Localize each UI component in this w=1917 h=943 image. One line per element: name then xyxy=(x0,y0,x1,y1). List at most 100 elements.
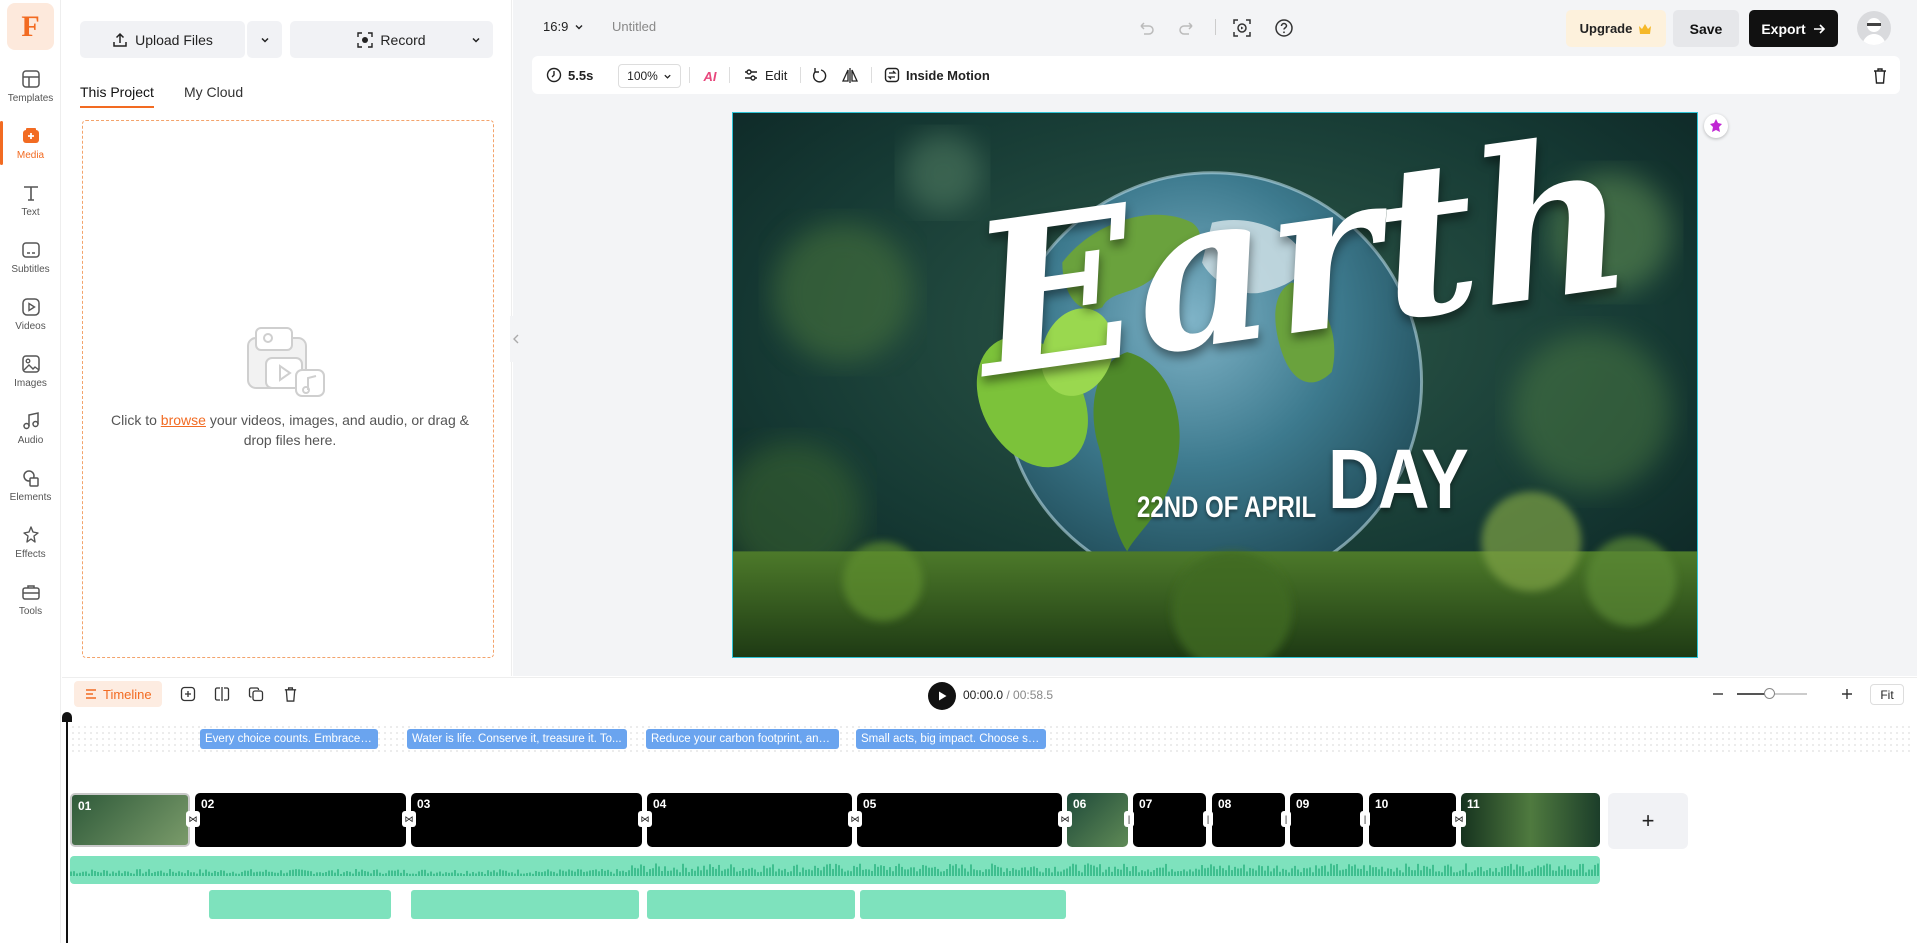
rail-item-label: Media xyxy=(16,149,45,161)
transition-icon[interactable]: ⋈ xyxy=(402,811,416,827)
images-icon xyxy=(21,354,40,373)
upload-files-button[interactable]: Upload Files xyxy=(80,21,245,58)
video-clip[interactable]: 06 xyxy=(1067,793,1128,847)
video-clip[interactable]: 05 xyxy=(857,793,1062,847)
transition-icon[interactable]: ⋈ xyxy=(848,811,862,827)
upload-dropdown-button[interactable] xyxy=(247,21,282,58)
audio-track-main[interactable] xyxy=(70,856,1600,884)
delete-clip-button[interactable] xyxy=(280,684,300,704)
collapse-panel-handle[interactable] xyxy=(510,316,522,362)
transition-icon[interactable]: | xyxy=(1360,811,1370,827)
timeline-tab-label: Timeline xyxy=(103,686,152,702)
video-clip[interactable]: 11 xyxy=(1461,793,1600,847)
rail-item-media[interactable]: Media xyxy=(0,115,61,171)
zoom-out-icon[interactable] xyxy=(1712,688,1724,700)
tab-this-project[interactable]: This Project xyxy=(80,84,154,108)
video-clip[interactable]: 09 xyxy=(1290,793,1363,847)
rail-item-tools[interactable]: Tools xyxy=(0,571,61,627)
help-icon[interactable] xyxy=(1274,18,1294,38)
ai-tools-icon[interactable]: AI xyxy=(699,65,721,87)
rail-item-text[interactable]: Text xyxy=(0,172,61,228)
transition-icon[interactable]: ⋈ xyxy=(638,811,652,827)
video-clip[interactable]: 08 xyxy=(1212,793,1285,847)
title-day-text[interactable]: DAY xyxy=(1328,431,1469,528)
upload-files-label: Upload Files xyxy=(135,31,213,48)
video-clip[interactable]: 01 xyxy=(70,793,190,847)
upgrade-button[interactable]: Upgrade xyxy=(1566,10,1666,47)
video-clip[interactable]: 02 xyxy=(195,793,406,847)
clip-number: 01 xyxy=(78,799,92,813)
video-clip[interactable]: 10 xyxy=(1369,793,1456,847)
playhead[interactable] xyxy=(66,713,68,943)
save-button[interactable]: Save xyxy=(1673,10,1739,47)
transition-icon[interactable]: | xyxy=(1203,811,1213,827)
rail-item-templates[interactable]: Templates xyxy=(0,58,61,114)
flip-icon[interactable] xyxy=(841,67,859,84)
transition-icon[interactable]: ⋈ xyxy=(1452,811,1466,827)
transition-icon[interactable]: ⋈ xyxy=(1058,811,1072,827)
duration-button[interactable]: 5.5s xyxy=(546,56,593,94)
add-scene-button[interactable]: + xyxy=(1608,793,1688,849)
rail-item-audio[interactable]: Audio xyxy=(0,400,61,456)
video-canvas[interactable]: Earth DAY 22ND OF APRIL xyxy=(732,112,1698,658)
chevron-down-icon xyxy=(260,37,269,43)
play-icon xyxy=(939,691,947,701)
split-button[interactable] xyxy=(212,684,232,704)
record-button[interactable]: Record xyxy=(290,21,493,58)
tab-my-cloud[interactable]: My Cloud xyxy=(184,84,243,100)
play-button[interactable] xyxy=(928,682,956,710)
aspect-ratio-value: 16:9 xyxy=(543,19,569,34)
duplicate-button[interactable] xyxy=(246,684,266,704)
rail-item-subtitles[interactable]: Subtitles xyxy=(0,229,61,285)
video-clip[interactable]: 07 xyxy=(1133,793,1206,847)
divider xyxy=(800,67,801,83)
rotate-icon[interactable] xyxy=(811,67,828,84)
zoom-select[interactable]: 100% xyxy=(618,64,681,88)
timeline-tab[interactable]: Timeline xyxy=(74,681,162,707)
inside-motion-button[interactable]: Inside Motion xyxy=(884,56,990,94)
rail-item-images[interactable]: Images xyxy=(0,343,61,399)
subtitle-clip[interactable]: Reduce your carbon footprint, and... xyxy=(646,729,839,749)
magic-assist-button[interactable] xyxy=(1704,114,1728,138)
preview-icon[interactable] xyxy=(1232,18,1252,38)
transition-icon[interactable]: | xyxy=(1124,811,1134,827)
add-clip-button[interactable] xyxy=(178,684,198,704)
audio-clip[interactable] xyxy=(411,890,639,919)
undo-icon[interactable] xyxy=(1137,19,1155,37)
audio-clip[interactable] xyxy=(647,890,855,919)
divider xyxy=(1215,19,1216,35)
browse-link[interactable]: browse xyxy=(161,412,206,428)
zoom-in-icon[interactable] xyxy=(1841,688,1853,700)
upload-icon xyxy=(113,32,127,47)
audio-clip[interactable] xyxy=(860,890,1066,919)
rail-item-label: Elements xyxy=(9,491,52,503)
audio-clip[interactable] xyxy=(209,890,391,919)
dropzone-text-prefix: Click to xyxy=(111,412,161,428)
date-text[interactable]: 22ND OF APRIL xyxy=(1137,491,1316,525)
transition-icon[interactable]: ⋈ xyxy=(186,811,200,827)
rail-item-videos[interactable]: Videos xyxy=(0,286,61,342)
upgrade-label: Upgrade xyxy=(1579,21,1633,36)
avatar[interactable] xyxy=(1857,11,1891,45)
fit-button[interactable]: Fit xyxy=(1870,684,1904,705)
rail-item-elements[interactable]: Elements xyxy=(0,457,61,513)
split-icon xyxy=(214,687,230,701)
zoom-slider-handle[interactable] xyxy=(1764,688,1775,699)
subtitle-clip[interactable]: Water is life. Conserve it, treasure it.… xyxy=(407,729,627,749)
subtitle-clip[interactable]: Every choice counts. Embrace ... xyxy=(200,729,378,749)
subtitle-clip[interactable]: Small acts, big impact. Choose su... xyxy=(856,729,1046,749)
redo-icon[interactable] xyxy=(1178,19,1196,37)
rail-item-label: Text xyxy=(21,206,40,218)
rail-item-effects[interactable]: Effects xyxy=(0,514,61,570)
export-button[interactable]: Export xyxy=(1749,10,1838,47)
delete-icon[interactable] xyxy=(1872,67,1888,84)
video-clip[interactable]: 04 xyxy=(647,793,852,847)
app-logo[interactable]: F xyxy=(7,3,54,50)
project-name[interactable]: Untitled xyxy=(612,19,656,34)
clip-number: 11 xyxy=(1467,797,1480,811)
edit-button[interactable]: Edit xyxy=(743,56,787,94)
aspect-ratio-select[interactable]: 16:9 xyxy=(543,19,584,34)
chevron-left-icon xyxy=(513,334,519,344)
transition-icon[interactable]: | xyxy=(1281,811,1291,827)
video-clip[interactable]: 03 xyxy=(411,793,642,847)
